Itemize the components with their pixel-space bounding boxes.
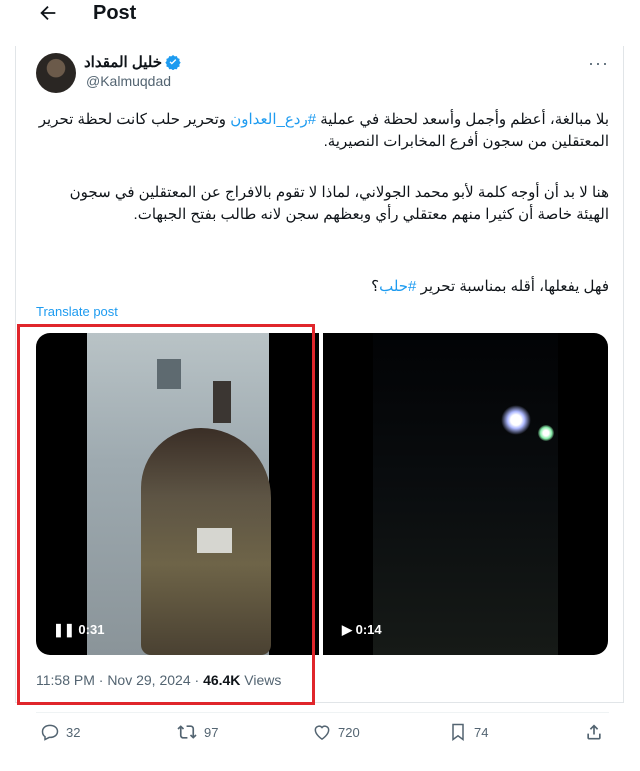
verified-badge-icon	[165, 54, 181, 70]
share-button[interactable]	[584, 722, 604, 742]
reply-button[interactable]: 32	[40, 722, 80, 742]
author-handle[interactable]: @Kalmuqdad	[86, 73, 171, 89]
repost-count: 97	[204, 724, 219, 740]
hashtag-link[interactable]: #حلب	[379, 278, 416, 295]
bookmark-icon	[448, 722, 468, 742]
reply-count: 32	[66, 724, 81, 740]
page-title: Post	[93, 2, 137, 24]
hashtag-link[interactable]: #ردع_العداون	[230, 111, 316, 128]
street-light-image	[501, 405, 531, 435]
text-segment: ؟	[371, 278, 380, 295]
video-2-controls[interactable]: ▶ 0:14	[342, 622, 382, 638]
post-paragraph-2: هنا لا بد أن أوجه كلمة لأبو محمد الجولان…	[69, 184, 609, 223]
post-paragraph-1: بلا مبالغة، أعظم وأجمل وأسعد لحظة في عمل…	[36, 109, 609, 153]
video-frame	[373, 333, 558, 655]
repost-icon	[176, 722, 198, 742]
author-name[interactable]: خليل المقداد	[84, 53, 162, 71]
play-icon[interactable]: ▶	[342, 622, 352, 637]
bookmark-count: 74	[474, 724, 489, 740]
text-segment: فهل يفعلها، أقله بمناسبة تحرير	[416, 278, 609, 295]
text-segment: بلا مبالغة، أعظم وأجمل وأسعد لحظة في عمل…	[316, 111, 609, 128]
top-bar: Post	[0, 0, 640, 30]
back-arrow-icon[interactable]	[37, 2, 59, 24]
heart-icon	[312, 722, 332, 742]
like-count: 720	[338, 724, 360, 740]
video-2[interactable]	[323, 333, 608, 655]
avatar[interactable]	[36, 53, 76, 93]
translate-post-link[interactable]: Translate post	[36, 304, 118, 319]
divider	[36, 712, 609, 713]
more-options-icon[interactable]: ···	[588, 53, 609, 74]
like-button[interactable]: 720	[312, 722, 360, 742]
street-light-image	[538, 425, 554, 441]
post-paragraph-3: فهل يفعلها، أقله بمناسبة تحرير #حلب؟	[36, 276, 609, 298]
red-highlight-box	[17, 324, 315, 705]
bookmark-button[interactable]: 74	[448, 722, 488, 742]
reply-icon	[40, 722, 60, 742]
video-duration: 0:14	[355, 622, 382, 637]
repost-button[interactable]: 97	[176, 722, 218, 742]
share-icon	[584, 722, 604, 742]
